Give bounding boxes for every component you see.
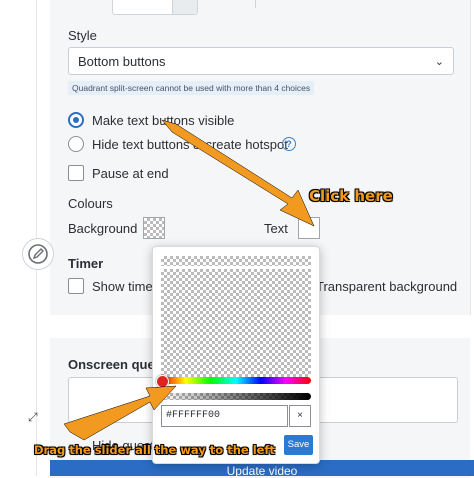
background-colour-label: Background xyxy=(68,221,138,236)
radio-make-text-visible[interactable] xyxy=(68,112,84,128)
hex-colour-input[interactable]: #FFFFFF00 xyxy=(161,405,288,427)
quadrant-note: Quadrant split-screen cannot be used wit… xyxy=(68,81,315,95)
colour-picker-popup: #FFFFFF00 × Save xyxy=(152,246,320,464)
style-select-value: Bottom buttons xyxy=(78,54,166,69)
hue-slider[interactable] xyxy=(161,377,311,384)
alpha-slider[interactable] xyxy=(161,393,311,400)
radio-hide-text-buttons[interactable] xyxy=(68,136,84,152)
help-icon[interactable]: ? xyxy=(282,137,296,151)
colour-preview-strip xyxy=(161,256,311,266)
show-timer-label: Show timer xyxy=(92,279,158,294)
edit-button[interactable] xyxy=(22,238,54,270)
chevron-down-icon: ⌄ xyxy=(434,56,444,68)
style-select[interactable]: Bottom buttons ⌄ xyxy=(68,47,454,75)
top-divider xyxy=(255,0,256,8)
save-colour-button[interactable]: Save xyxy=(284,435,313,455)
hue-slider-handle[interactable] xyxy=(156,375,169,388)
timer-heading: Timer xyxy=(68,256,104,271)
radio-hide-text-buttons-label: Hide text buttons & create hotspot xyxy=(92,137,288,152)
expand-icon[interactable]: ⤢ xyxy=(28,410,42,424)
drag-slider-annotation: Drag the slider all the way to the left xyxy=(34,443,275,457)
pause-at-end-checkbox[interactable] xyxy=(68,165,84,181)
text-colour-label: Text xyxy=(264,221,288,236)
saturation-area[interactable] xyxy=(161,269,311,377)
transparent-background-label: Transparent background xyxy=(316,279,458,294)
pencil-icon xyxy=(28,244,48,264)
background-colour-swatch[interactable] xyxy=(143,217,165,239)
colours-heading: Colours xyxy=(68,196,113,211)
top-input-stub-button[interactable] xyxy=(172,0,197,14)
clear-colour-button[interactable]: × xyxy=(289,405,311,427)
show-timer-checkbox[interactable] xyxy=(68,278,84,294)
text-colour-swatch[interactable] xyxy=(298,217,320,239)
radio-make-text-visible-label: Make text buttons visible xyxy=(92,113,235,128)
style-heading: Style xyxy=(68,28,97,43)
click-here-annotation: Click here xyxy=(309,187,393,205)
pause-at-end-label: Pause at end xyxy=(92,166,169,181)
